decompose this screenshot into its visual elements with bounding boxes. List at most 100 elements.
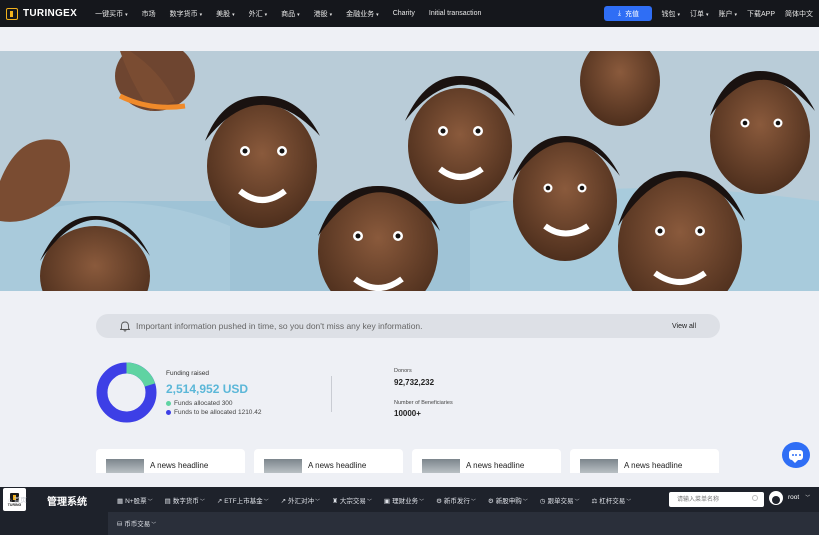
- admin-title: 管理系统: [47, 497, 87, 508]
- nav-item-buy[interactable]: 一键买币 ▾: [95, 9, 128, 19]
- nav-item-forex[interactable]: 外汇 ▾: [249, 9, 268, 19]
- admin-menu-nplus-stocks[interactable]: ▦ N+股票﹀: [117, 495, 153, 505]
- donors-value: 92,732,232: [394, 378, 435, 387]
- admin-menu-label: 杠杆交易: [599, 497, 626, 505]
- nav-right: ⤓ 充值 钱包 ▾ 订单 ▾ 账户 ▾ 下载APP 简体中文: [604, 0, 813, 27]
- nav-label: 金融业务: [346, 10, 375, 18]
- news-card[interactable]: A news headline: [254, 449, 403, 473]
- admin-user-menu[interactable]: root ﹀: [788, 494, 810, 501]
- nav-item-account[interactable]: 账户 ▾: [718, 9, 737, 19]
- chevron-down-icon: ﹀: [315, 498, 321, 505]
- admin-menu-forex-hedge[interactable]: ↗ 外汇对冲﹀: [281, 495, 320, 505]
- chat-icon: [789, 450, 803, 463]
- admin-menu-label: 理财业务: [392, 497, 419, 505]
- nav-label: Charity: [392, 10, 415, 17]
- admin-home-label: 首页: [13, 497, 27, 504]
- admin-menu-copy-trade[interactable]: ◷ 跟单交易﹀: [540, 495, 580, 505]
- nav-item-market[interactable]: 市场: [142, 9, 156, 19]
- top-navbar: TURINGEX 一键买币 ▾ 市场 数字货币 ▾ 美股 ▾ 外汇 ▾ 商品 ▾ 港股 ▾ …: [0, 0, 819, 27]
- chevron-down-icon: ▾: [734, 11, 737, 18]
- logo-mark-icon: [6, 7, 18, 20]
- admin-sidebar: [0, 512, 108, 535]
- nav-item-finance[interactable]: 金融业务 ▾: [346, 9, 379, 19]
- view-all-link[interactable]: View all: [672, 323, 696, 330]
- news-card[interactable]: A news headline: [570, 449, 719, 473]
- chat-support-button[interactable]: [782, 442, 810, 468]
- search-icon[interactable]: [752, 495, 758, 501]
- admin-menu-block-trade[interactable]: ♜ 大宗交易﹀: [332, 495, 372, 505]
- trend-icon: ↗: [216, 497, 223, 505]
- nav-item-commodities[interactable]: 商品 ▾: [281, 9, 300, 19]
- news-thumbnail: [106, 459, 144, 473]
- gear-icon: ⚙: [436, 497, 442, 505]
- admin-menu-etf[interactable]: ↗ ETF上市基金﹀: [217, 495, 269, 505]
- nav-item-us-stocks[interactable]: 美股 ▾: [216, 9, 235, 19]
- nav-item-crypto[interactable]: 数字货币 ▾: [170, 9, 203, 19]
- legend-label: Funds to be allocated 1210.42: [174, 409, 262, 416]
- nav-item-wallet[interactable]: 钱包 ▾: [661, 9, 680, 19]
- chevron-down-icon: ▾: [677, 11, 680, 18]
- donors-label: Donors: [394, 368, 412, 374]
- logo-text: TURINGEX: [23, 8, 78, 19]
- nav-item-charity[interactable]: Charity: [393, 10, 415, 17]
- chevron-down-icon: ▾: [329, 11, 333, 18]
- admin-system-bar: TURING 管理系统 ▦ N+股票﹀ ▤ 数字货币﹀ ↗ ETF上市基金﹀ ↗ 外汇对…: [0, 487, 819, 535]
- list-icon: ▤: [164, 497, 171, 505]
- nav-item-initial-transaction[interactable]: Initial transaction: [429, 10, 482, 17]
- nav-item-language[interactable]: 简体中文: [785, 9, 813, 19]
- chevron-down-icon: ﹀: [522, 498, 528, 505]
- chevron-down-icon: ▾: [376, 11, 379, 18]
- admin-username: root: [788, 494, 800, 501]
- beneficiaries-label: Number of Beneficiaries: [394, 400, 453, 406]
- nav-label: 数字货币: [169, 10, 198, 18]
- nav-label: Initial transaction: [428, 10, 482, 17]
- nav-item-orders[interactable]: 订单 ▾: [690, 9, 709, 19]
- admin-menu-wealth[interactable]: ▣ 理财业务﹀: [384, 495, 424, 505]
- chevron-down-icon: ﹀: [574, 498, 580, 505]
- admin-menu-label: N+股票: [125, 497, 147, 505]
- news-title: A news headline: [308, 461, 367, 470]
- admin-menu-ipo[interactable]: ⚙ 新股申购﹀: [488, 495, 528, 505]
- avatar[interactable]: [769, 491, 783, 505]
- admin-menu-spot-trade[interactable]: ⛁ 币币交易﹀: [117, 518, 156, 528]
- download-icon: ⤓: [617, 9, 621, 17]
- admin-menu-crypto[interactable]: ▤ 数字货币﹀: [165, 495, 205, 505]
- nav-label: 下载APP: [746, 10, 775, 18]
- bell-icon: [119, 321, 131, 332]
- funding-donut-chart: [96, 362, 157, 423]
- chevron-down-icon: ﹀: [199, 498, 205, 505]
- recharge-button[interactable]: ⤓ 充值: [604, 6, 653, 21]
- trend-icon: ↗: [280, 497, 287, 505]
- nav-label: 一键买币: [95, 10, 124, 18]
- nav-label: 简体中文: [785, 10, 813, 18]
- nav-label: 外汇: [248, 10, 263, 18]
- chevron-down-icon: ﹀: [626, 498, 632, 505]
- stats-divider: [331, 376, 332, 412]
- nav-item-hk-stocks[interactable]: 港股 ▾: [314, 9, 333, 19]
- news-card[interactable]: A news headline: [96, 449, 245, 473]
- building-icon: ♜: [332, 497, 338, 505]
- chevron-down-icon: ▾: [125, 11, 128, 18]
- chevron-down-icon: ▾: [705, 11, 709, 18]
- news-card[interactable]: A news headline: [412, 449, 561, 473]
- main-nav: 一键买币 ▾ 市场 数字货币 ▾ 美股 ▾ 外汇 ▾ 商品 ▾ 港股 ▾ 金融业务 ▾ Cha…: [95, 9, 495, 19]
- admin-menu-new-coin[interactable]: ⚙ 新币发行﹀: [436, 495, 476, 505]
- admin-menu-leverage[interactable]: ⚖ 杠杆交易﹀: [591, 495, 631, 505]
- admin-menu: ▦ N+股票﹀ ▤ 数字货币﹀ ↗ ETF上市基金﹀ ↗ 外汇对冲﹀ ♜ 大宗交易﹀ ▣ 理…: [117, 487, 643, 512]
- admin-menu-label: 外汇对冲: [288, 497, 315, 505]
- brand-logo[interactable]: TURINGEX: [6, 7, 78, 20]
- chevron-down-icon: ▾: [264, 11, 268, 18]
- hero-illustration: [0, 51, 819, 291]
- nav-label: 订单: [689, 10, 704, 18]
- nav-label: 市场: [141, 10, 156, 18]
- admin-home-tab[interactable]: ⌂ 首页: [8, 494, 27, 504]
- admin-menu-search-input[interactable]: [669, 492, 764, 507]
- notice-bar[interactable]: Important information pushed in time, so…: [96, 314, 720, 338]
- nav-item-download-app[interactable]: 下载APP: [747, 9, 775, 19]
- grid-icon: ▦: [117, 497, 124, 505]
- notice-text: Important information pushed in time, so…: [136, 321, 423, 331]
- chevron-down-icon: ﹀: [263, 498, 269, 505]
- funding-label: Funding raised: [166, 370, 209, 377]
- chevron-down-icon: ▾: [199, 11, 203, 18]
- legend-label: Funds allocated 300: [174, 400, 233, 407]
